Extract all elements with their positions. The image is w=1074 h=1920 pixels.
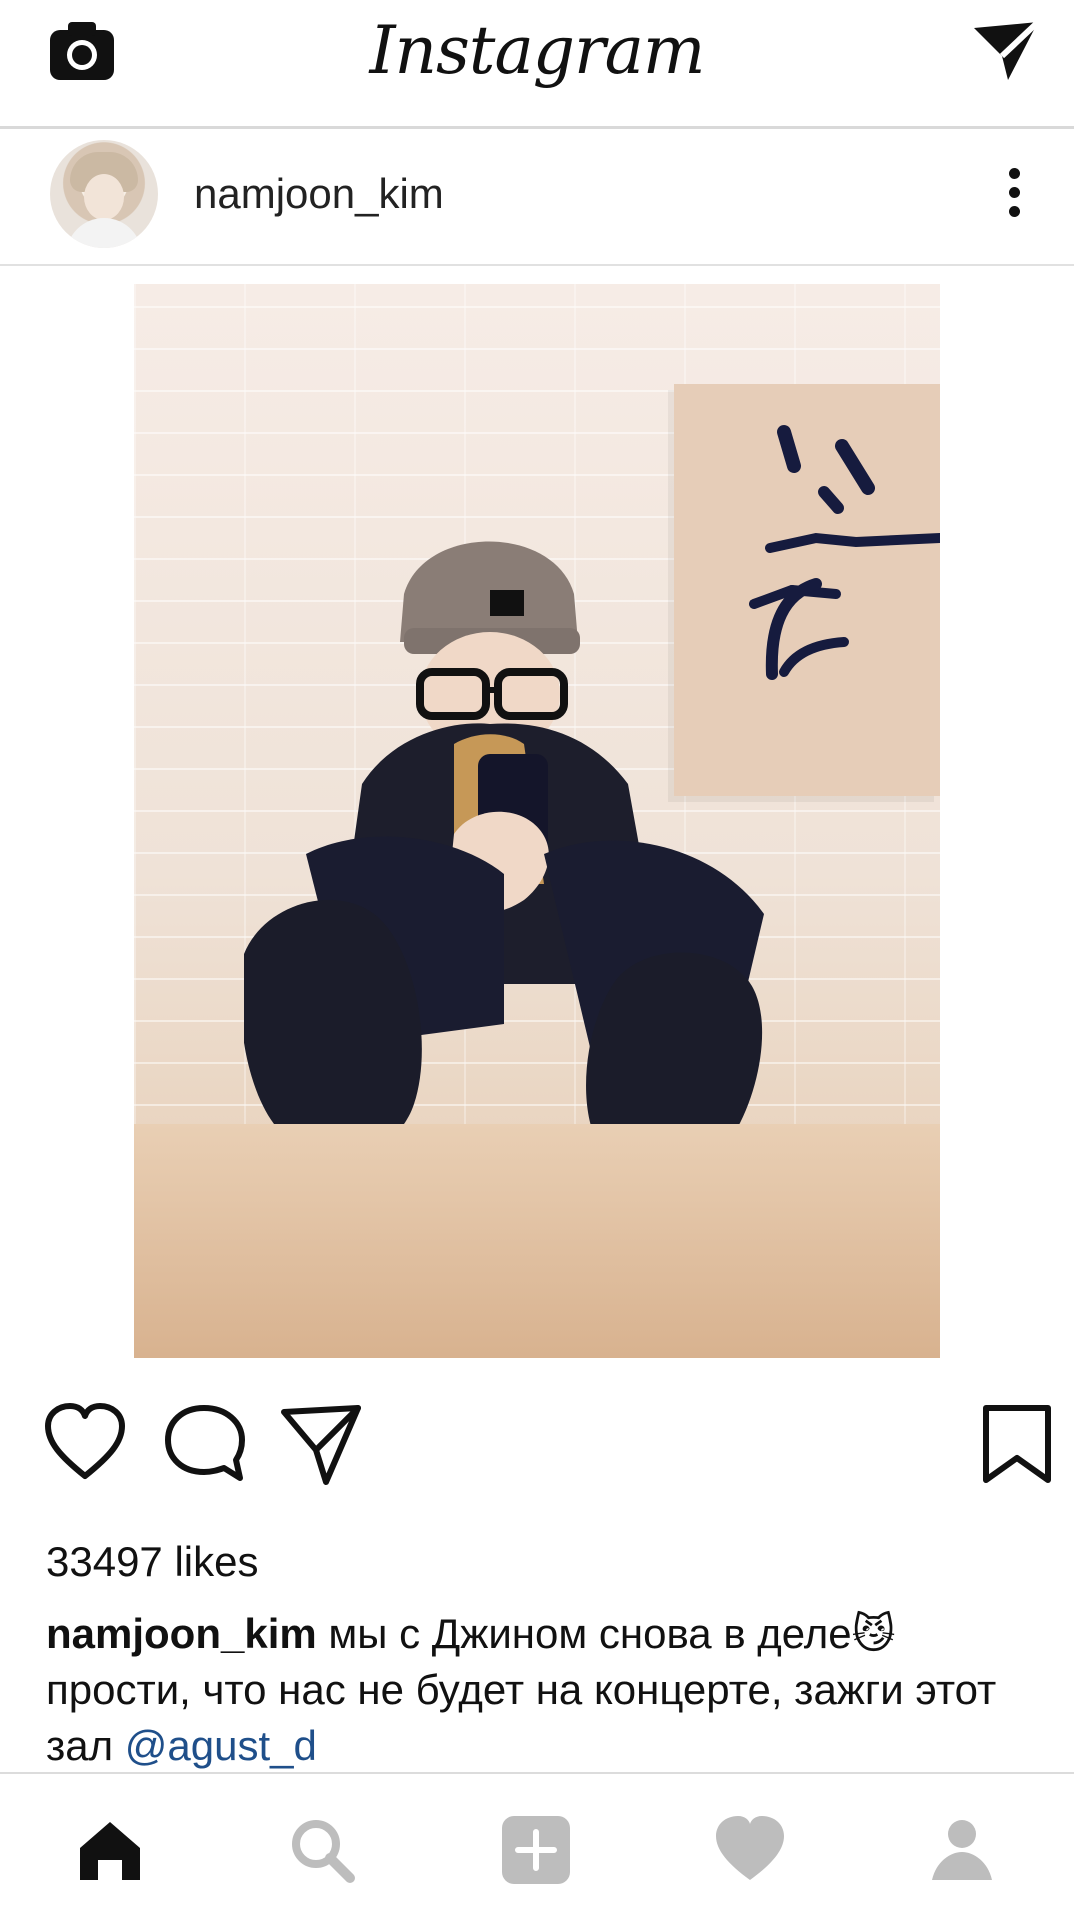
comment-icon[interactable] [160, 1398, 250, 1488]
add-icon[interactable] [496, 1810, 576, 1890]
send-icon[interactable] [276, 1398, 366, 1488]
avatar[interactable] [50, 140, 158, 248]
heart-outline-icon[interactable] [40, 1398, 130, 1488]
send-icon[interactable] [970, 18, 1042, 84]
caption-mention[interactable]: @agust_d [125, 1722, 317, 1769]
caption-username[interactable]: namjoon_kim [46, 1610, 317, 1657]
bookmark-icon[interactable] [972, 1398, 1062, 1488]
more-vertical-icon[interactable] [1004, 168, 1024, 220]
post-photo[interactable] [134, 284, 940, 1358]
post-caption: namjoon_kim мы с Джином снова в деле😼 пр… [46, 1606, 1026, 1774]
search-icon[interactable] [282, 1810, 362, 1890]
post-divider [0, 264, 1074, 266]
post-header [0, 130, 1074, 266]
app-title: Instagram [369, 12, 705, 89]
header-divider [0, 126, 1074, 129]
heart-icon[interactable] [710, 1810, 790, 1890]
post-username[interactable]: namjoon_kim [194, 170, 444, 218]
profile-icon[interactable] [922, 1810, 1002, 1890]
home-icon[interactable] [70, 1810, 150, 1890]
likes-count[interactable]: 33497 likes [46, 1538, 258, 1586]
table [134, 1124, 940, 1358]
